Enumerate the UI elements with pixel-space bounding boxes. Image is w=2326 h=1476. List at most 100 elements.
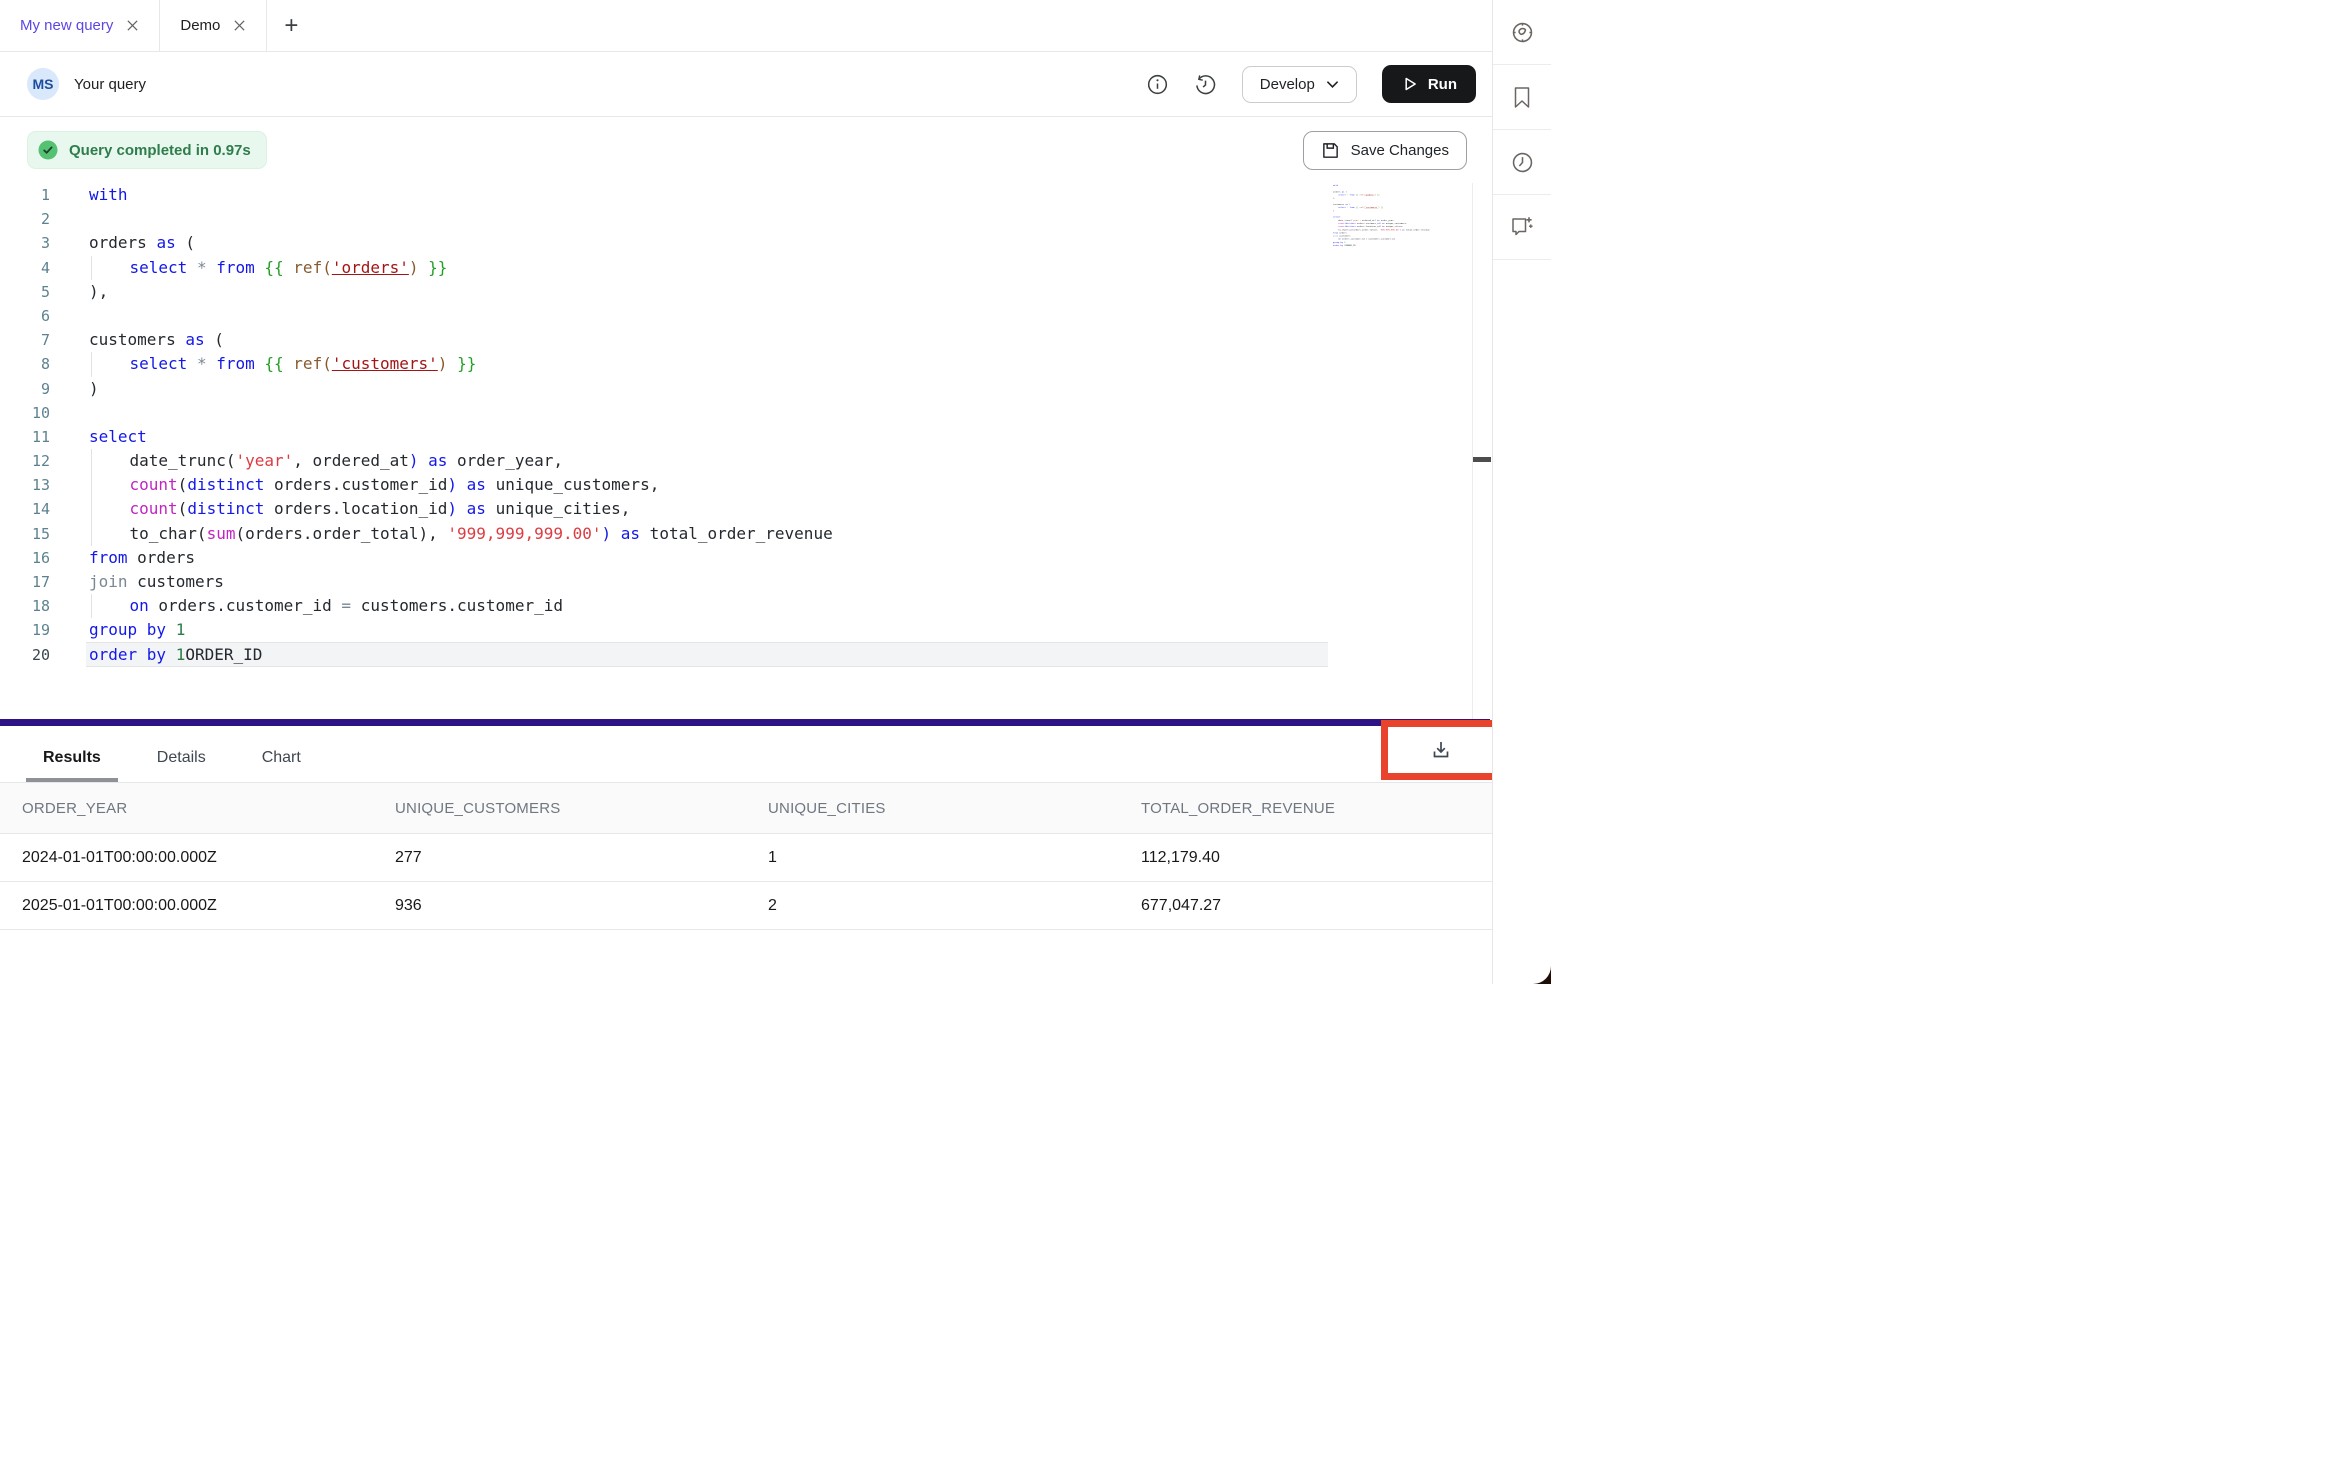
line-number: 20 <box>0 643 50 667</box>
token-fn: sum <box>207 524 236 543</box>
code-line-17[interactable]: 17join customers <box>0 570 1492 594</box>
tab-results[interactable]: Results <box>37 748 107 782</box>
token-id: ) <box>89 379 99 398</box>
code-line-18[interactable]: 18on orders.customer_id = customers.cust… <box>0 594 1492 618</box>
token-id: customers <box>89 330 185 349</box>
line-number: 4 <box>0 256 50 280</box>
line-number: 7 <box>0 328 50 352</box>
save-changes-button[interactable]: Save Changes <box>1303 131 1467 170</box>
code-line-2[interactable]: 2 <box>0 207 1492 231</box>
indent-guide <box>91 256 130 280</box>
chevron-down-icon <box>1326 80 1339 89</box>
code-line-12[interactable]: 12date_trunc('year', ordered_at) as orde… <box>0 449 1492 473</box>
token-kw: ) as <box>447 499 486 518</box>
tab-demo[interactable]: Demo <box>160 0 267 51</box>
develop-dropdown[interactable]: Develop <box>1242 66 1357 103</box>
code-line-1[interactable]: 1with <box>0 183 1492 207</box>
table-row: 2025-01-01T00:00:00.000Z9362677,047.27 <box>0 882 1492 930</box>
code-line-10[interactable]: 10 <box>0 401 1492 425</box>
tab-label: Demo <box>180 17 220 34</box>
token-id: ( <box>205 330 224 349</box>
indent-guide <box>91 449 130 473</box>
line-number: 5 <box>0 280 50 304</box>
share-button[interactable] <box>1099 72 1121 96</box>
token-str: '999,999,999.00' <box>447 524 601 543</box>
editor-scrollbar-thumb[interactable] <box>1473 457 1491 462</box>
table-cell: 1 <box>746 849 1119 867</box>
avatar[interactable]: MS <box>27 68 59 100</box>
code-text: count(distinct orders.customer_id) as un… <box>89 473 659 497</box>
code-line-3[interactable]: 3orders as ( <box>0 231 1492 255</box>
token-gr: * <box>197 354 207 373</box>
token-kw: select <box>130 258 188 277</box>
token-id: ORDER_ID <box>185 645 262 664</box>
code-lines: 1with23orders as (4select * from {{ ref(… <box>0 183 1492 667</box>
clock-icon <box>1510 150 1535 175</box>
column-header: TOTAL_ORDER_REVENUE <box>1119 800 1492 817</box>
line-number: 18 <box>0 594 50 618</box>
column-header: UNIQUE_CUSTOMERS <box>373 800 746 817</box>
indent-guide <box>91 352 130 376</box>
token-kw: ) as <box>602 524 641 543</box>
sidebar-item-explore[interactable] <box>1493 0 1551 65</box>
close-icon[interactable] <box>126 19 139 32</box>
editor-minimap[interactable]: 1with23orders as (4select * from {{ ref(… <box>1333 184 1430 248</box>
code-text: with <box>89 183 128 207</box>
sidebar-item-ai-assistant[interactable] <box>1493 195 1551 260</box>
tab-my-new-query[interactable]: My new query <box>0 0 160 51</box>
close-icon[interactable] <box>233 19 246 32</box>
token-id: unique_cities, <box>486 499 631 518</box>
code-text: group by 1 <box>89 618 185 642</box>
token-nm: 1 <box>176 620 186 639</box>
panel-divider[interactable] <box>0 719 1490 726</box>
token-id <box>284 258 294 277</box>
tab-chart[interactable]: Chart <box>256 748 307 782</box>
token-id: orders.location_id <box>264 499 447 518</box>
history-button[interactable] <box>1194 73 1217 96</box>
token-id: unique_customers, <box>486 475 659 494</box>
code-line-5[interactable]: 5), <box>0 280 1492 304</box>
editor-scrollbar-track <box>1472 183 1473 719</box>
check-circle-icon <box>37 139 59 161</box>
sidebar-item-bookmarks[interactable] <box>1493 65 1551 130</box>
sidebar-item-history[interactable] <box>1493 130 1551 195</box>
sql-editor[interactable]: 1with23orders as (4select * from {{ ref(… <box>0 183 1492 719</box>
save-label: Save Changes <box>1351 142 1449 159</box>
query-header: MS Your query Develop <box>0 52 1492 117</box>
code-line-20[interactable]: 20order by 1ORDER_ID <box>0 643 1492 667</box>
code-line-9[interactable]: 9) <box>0 377 1492 401</box>
code-line-19[interactable]: 19group by 1 <box>0 618 1492 642</box>
column-header: UNIQUE_CITIES <box>746 800 1119 817</box>
info-button[interactable] <box>1146 73 1169 96</box>
new-tab-button[interactable]: + <box>267 0 315 51</box>
code-line-8[interactable]: 8select * from {{ ref('customers') }} <box>0 352 1492 376</box>
token-id <box>207 258 217 277</box>
sidebar-spacer <box>1493 260 1551 984</box>
code-line-4[interactable]: 4select * from {{ ref('orders') }} <box>0 256 1492 280</box>
token-jj: }} <box>457 354 476 373</box>
token-nm: 1 <box>176 645 186 664</box>
status-message: Query completed in 0.97s <box>69 142 251 159</box>
token-id: (orders.order_total), <box>235 524 447 543</box>
indent-guide <box>91 522 130 546</box>
code-line-11[interactable]: 11select <box>0 425 1492 449</box>
download-results-button[interactable] <box>1425 734 1457 766</box>
token-id <box>166 645 176 664</box>
tab-bar: My new query Demo + <box>0 0 1492 52</box>
token-id: ), <box>89 282 108 301</box>
code-line-13[interactable]: 13count(distinct orders.customer_id) as … <box>0 473 1492 497</box>
token-rf: ref( <box>293 354 332 373</box>
token-id: customers <box>128 572 224 591</box>
query-title: Your query <box>74 76 146 93</box>
code-line-14[interactable]: 14count(distinct orders.location_id) as … <box>0 497 1492 521</box>
token-jj: {{ <box>264 258 283 277</box>
token-id <box>255 258 265 277</box>
code-line-7[interactable]: 7customers as ( <box>0 328 1492 352</box>
run-button[interactable]: Run <box>1382 65 1476 103</box>
tab-details[interactable]: Details <box>151 748 212 782</box>
code-line-15[interactable]: 15to_char(sum(orders.order_total), '999,… <box>0 522 1492 546</box>
code-line-6[interactable]: 6 <box>0 304 1492 328</box>
query-status-badge: Query completed in 0.97s <box>27 131 267 169</box>
code-line-16[interactable]: 16from orders <box>0 546 1492 570</box>
table-cell: 677,047.27 <box>1119 897 1492 915</box>
